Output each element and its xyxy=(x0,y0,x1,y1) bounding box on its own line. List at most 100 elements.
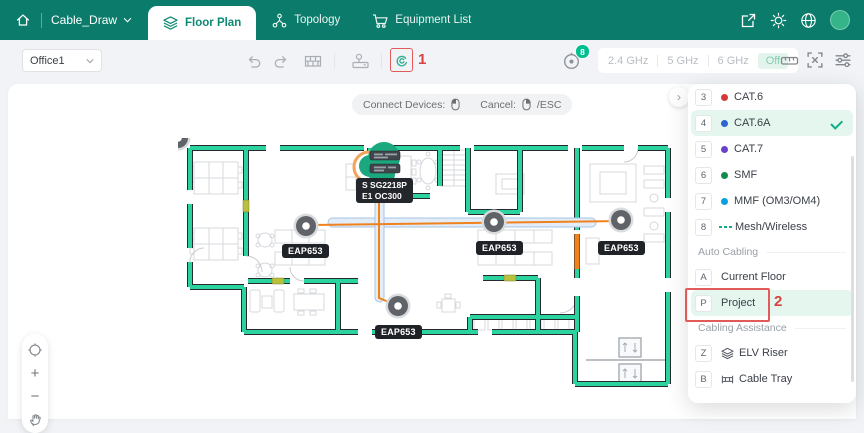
menu-item-label: Current Floor xyxy=(721,271,786,283)
cable-type-label: SMF xyxy=(734,169,758,181)
draw-wall-icon[interactable] xyxy=(303,51,323,71)
switch-label-line1: S SG2218P xyxy=(362,180,407,190)
cable-tray-icon xyxy=(721,373,734,386)
theme-icon[interactable] xyxy=(770,12,787,29)
cart-icon xyxy=(373,13,388,28)
ap-label-2: EAP653 xyxy=(476,241,523,255)
shortcut-badge: 7 xyxy=(695,192,712,210)
cable-type-label: CAT.6 xyxy=(734,91,764,103)
tab-floor-plan-label: Floor Plan xyxy=(185,17,242,29)
elv-riser-icon xyxy=(721,347,734,360)
switch-label: S SG2218P E1 OC300 xyxy=(356,178,413,203)
hint-cancel-label: Cancel: xyxy=(480,98,516,111)
user-avatar[interactable] xyxy=(830,10,850,30)
toolbar-separator xyxy=(381,53,382,69)
shortcut-badge: A xyxy=(695,268,712,286)
cable-type-cat6[interactable]: 3 CAT.6 xyxy=(688,84,856,110)
exit-fullscreen-icon[interactable] xyxy=(806,51,824,69)
ap-label-4: EAP653 xyxy=(375,325,422,339)
scale-ruler-icon[interactable] xyxy=(780,51,799,70)
zoom-out-button[interactable]: − xyxy=(26,387,44,405)
home-icon[interactable] xyxy=(14,11,32,29)
cable-color-dot xyxy=(721,171,728,179)
assistance-cable-tray[interactable]: B Cable Tray xyxy=(688,366,856,392)
floor-plan-drawing[interactable]: S SG2218P E1 OC300 EAP653 EAP653 EAP653 … xyxy=(178,138,678,405)
tab-topology[interactable]: Topology xyxy=(256,0,356,40)
app-window: Cable_Draw Floor Plan Topology Equipment… xyxy=(0,0,864,433)
band-2-4ghz[interactable]: 2.4 GHz xyxy=(608,55,648,67)
cable-type-label: MMF (OM3/OM4) xyxy=(734,195,821,207)
zoom-in-button[interactable]: + xyxy=(26,364,44,382)
topology-icon xyxy=(272,13,287,28)
cable-type-mmf[interactable]: 7 MMF (OM3/OM4) xyxy=(688,188,856,214)
tab-equipment-list-label: Equipment List xyxy=(395,14,472,26)
band-separator xyxy=(657,54,659,67)
cable-color-dot xyxy=(721,119,728,127)
project-name-dropdown[interactable]: Cable_Draw xyxy=(51,13,132,27)
shortcut-badge: 5 xyxy=(695,140,712,158)
cable-type-label: Mesh/Wireless xyxy=(735,221,808,233)
hint-connect-label: Connect Devices: xyxy=(363,98,446,111)
language-globe-icon[interactable] xyxy=(800,12,817,29)
tab-topology-label: Topology xyxy=(294,14,341,26)
annotation-step-1: 1 xyxy=(418,51,427,68)
elevator-shafts xyxy=(586,337,668,384)
chevron-down-icon xyxy=(86,58,94,63)
shortcut-badge: 4 xyxy=(695,114,712,132)
menu-item-label: Cable Tray xyxy=(739,373,793,385)
locate-icon[interactable] xyxy=(26,341,44,359)
header-divider xyxy=(41,12,42,28)
display-settings-icon[interactable] xyxy=(834,51,852,69)
furniture-layer xyxy=(189,149,665,331)
shortcut-badge: B xyxy=(695,370,712,388)
shortcut-badge: Z xyxy=(695,344,712,362)
chevron-down-icon xyxy=(123,17,132,23)
cable-type-smf[interactable]: 6 SMF xyxy=(688,162,856,188)
cable-color-dot xyxy=(721,197,728,205)
hint-esc-label: /ESC xyxy=(536,98,562,111)
shortcut-badge: 6 xyxy=(695,166,712,184)
cable-type-cat6a-selected[interactable]: 4 CAT.6A xyxy=(691,110,853,136)
ap-label-3: EAP653 xyxy=(598,241,645,255)
panel-scrollbar[interactable] xyxy=(851,156,854,382)
annotation-step-2: 2 xyxy=(774,293,783,310)
tab-bar: Floor Plan Topology Equipment List xyxy=(148,0,487,40)
wall-riser-cable xyxy=(574,234,580,269)
cable-type-mesh-wireless[interactable]: 8 Mesh/Wireless xyxy=(688,214,856,240)
top-header: Cable_Draw Floor Plan Topology Equipment… xyxy=(0,0,864,40)
band-6ghz[interactable]: 6 GHz xyxy=(718,55,749,67)
undo-icon[interactable] xyxy=(243,51,263,71)
export-icon[interactable] xyxy=(740,12,757,29)
cable-dashed-line-icon xyxy=(719,225,732,229)
canvas-zoom-controls: + − xyxy=(22,334,48,433)
cable-type-label: CAT.7 xyxy=(734,143,764,155)
auto-cabling-current-floor[interactable]: A Current Floor xyxy=(688,264,856,290)
menu-item-label: ELV Riser xyxy=(739,347,788,359)
annotation-box-2 xyxy=(685,288,770,322)
project-name: Cable_Draw xyxy=(51,13,118,27)
cable-type-panel: 3 CAT.6 4 CAT.6A 5 CAT.7 6 SMF 7 MMF (OM… xyxy=(685,84,856,403)
mouse-right-icon xyxy=(522,98,531,111)
mouse-left-icon xyxy=(451,98,460,111)
wifi-band-switcher: 2.4 GHz 5 GHz 6 GHz Off xyxy=(598,48,799,73)
tab-equipment-list[interactable]: Equipment List xyxy=(356,0,487,40)
cable-color-dot xyxy=(721,93,728,101)
canvas-toolbar: Office1 1 8 2.4 GHz 5 GHz 6 GHz Off xyxy=(0,40,864,84)
pan-hand-icon[interactable] xyxy=(26,410,44,428)
section-auto-cabling: Auto Cabling xyxy=(688,240,856,264)
floor-selector-value: Office1 xyxy=(30,54,65,67)
floor-selector[interactable]: Office1 xyxy=(22,49,102,72)
place-device-icon[interactable] xyxy=(350,51,370,71)
ap-label-1: EAP653 xyxy=(282,244,329,258)
tab-floor-plan[interactable]: Floor Plan xyxy=(148,6,257,40)
assistance-elv-riser[interactable]: Z ELV Riser xyxy=(688,340,856,366)
draw-cable-icon[interactable] xyxy=(391,51,411,71)
band-5ghz[interactable]: 5 GHz xyxy=(667,55,698,67)
layers-icon xyxy=(163,16,178,30)
panel-collapse-chip[interactable]: › xyxy=(669,87,689,107)
redo-icon[interactable] xyxy=(271,51,291,71)
switch-label-line2: E1 OC300 xyxy=(362,190,402,201)
door-arcs xyxy=(189,147,639,314)
cable-type-cat7[interactable]: 5 CAT.7 xyxy=(688,136,856,162)
toolbar-separator xyxy=(334,53,335,69)
